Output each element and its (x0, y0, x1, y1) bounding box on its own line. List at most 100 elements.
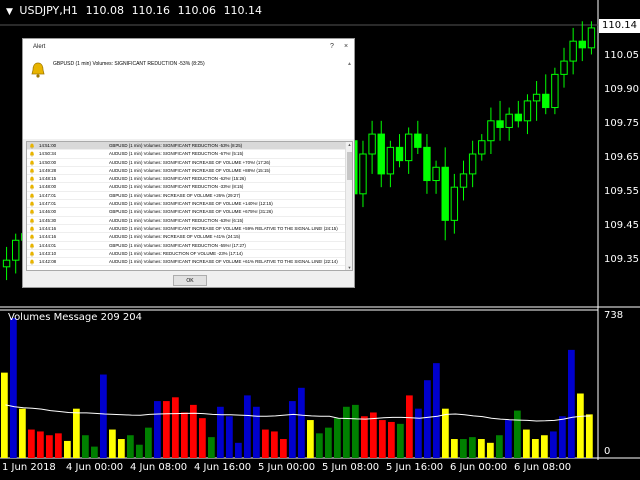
candle-body (514, 113, 523, 122)
volume-bar (154, 401, 161, 458)
scroll-thumb[interactable] (347, 152, 352, 180)
help-button[interactable]: ? (326, 39, 338, 55)
volume-bar (100, 374, 107, 458)
alert-list-row[interactable]: 14:43:10 AUDUSD (1 min) Volumes: REDUCTIO… (27, 250, 352, 259)
candle-body (441, 166, 449, 221)
alert-list-row[interactable]: 14:50:00 AUDUSD (1 min) Volumes: SIGNIFIC… (27, 159, 352, 167)
volume-bar (19, 408, 26, 458)
volume-bar (46, 435, 53, 458)
scroll-up-icon[interactable]: ▲ (346, 142, 352, 147)
alert-row-text: AUDUSD (1 min) Volumes: SIGNIFICANT INCR… (109, 225, 338, 231)
alert-list-row[interactable]: 14:44:16 AUDUSD (1 min) Volumes: SIGNIFIC… (27, 225, 352, 234)
alert-row-text: AUDUSD (1 min) Volumes: REDUCTION OF VOL… (109, 250, 243, 256)
volume-bar (208, 437, 215, 458)
alert-list-row[interactable]: 14:49:28 AUDUSD (1 min) Volumes: SIGNIFIC… (27, 167, 352, 176)
alert-row-time: 14:44:01 (39, 242, 57, 248)
scroll-down-icon[interactable]: ▼ (346, 265, 352, 270)
chart-header: ▼ USDJPY,H1 110.08 110.16 110.06 110.14 (6, 4, 266, 17)
alert-row-text: AUDUSD (1 min) Volumes: SIGNIFICANT REDU… (109, 184, 244, 190)
candle-body (359, 153, 367, 195)
alert-row-text: AUDUSD (1 min) Volumes: SIGNIFICANT REDU… (109, 176, 246, 182)
candle-body (523, 100, 532, 122)
bell-icon (30, 143, 34, 149)
volume-bar (1, 372, 8, 458)
dropdown-triangle-icon[interactable]: ▼ (6, 7, 13, 17)
volume-bar (550, 431, 557, 458)
alert-list-row[interactable]: 14:44:01 GBPUSD (1 min) Volumes: SIGNIFIC… (27, 242, 352, 250)
close-button[interactable]: × (340, 39, 352, 55)
price-tick: 109.55 (604, 186, 639, 197)
candle-body (395, 146, 404, 162)
volume-bar (379, 420, 386, 458)
volume-bar (55, 433, 62, 458)
volume-bar (172, 397, 179, 458)
alert-list-row[interactable]: 14:42:08 AUDUSD (1 min) Volumes: SIGNIFIC… (27, 258, 352, 267)
time-tick: 5 Jun 08:00 (322, 462, 380, 473)
volume-bar (73, 408, 80, 458)
alert-row-time: 14:47:01 (39, 201, 57, 207)
volume-bar (469, 437, 476, 458)
candle-body (505, 113, 513, 128)
indicator-min-label: 0 (604, 446, 611, 457)
alert-row-time: 14:50:00 (39, 159, 57, 165)
alert-title: Alert (33, 44, 46, 50)
volume-bar (424, 380, 431, 458)
alert-list-row[interactable]: 14:48:00 AUDUSD (1 min) Volumes: SIGNIFIC… (27, 183, 352, 192)
time-tick: 6 Jun 08:00 (514, 462, 572, 473)
alert-row-text: AUDUSD (1 min) Volumes: SIGNIFICANT REDU… (109, 151, 244, 157)
alert-list-row[interactable]: 14:51:00 GBPUSD (1 min) Volumes: SIGNIFIC… (27, 142, 352, 151)
alert-row-text: AUDUSD (1 min) Volumes: INCREASE OF VOLU… (109, 234, 241, 240)
volume-bar (352, 404, 359, 458)
candle-body (432, 166, 440, 182)
alert-list-row[interactable]: 14:44:16 AUDUSD (1 min) Volumes: INCREASE… (27, 233, 352, 242)
bell-icon (30, 226, 34, 232)
alert-list-row[interactable]: 14:47:01 AUDUSD (1 min) Volumes: SIGNIFIC… (27, 200, 352, 209)
symbol-label: USDJPY,H1 (19, 4, 79, 17)
candle-body (404, 133, 413, 162)
scroll-up-icon[interactable]: ▲ (347, 61, 352, 67)
candle-body (459, 173, 468, 188)
volume-bar (415, 408, 422, 458)
vertical-scrollbar[interactable]: ▲ ▼ (345, 142, 352, 270)
alert-row-time: 14:49:28 (39, 167, 57, 173)
alert-history-list[interactable]: 14:51:00 GBPUSD (1 min) Volumes: SIGNIFIC… (26, 141, 353, 271)
volume-bar (226, 416, 233, 458)
alert-list-row[interactable]: 14:46:00 GBPUSD (1 min) Volumes: SIGNIFIC… (27, 208, 352, 217)
volume-bar (91, 446, 98, 458)
bell-icon (30, 168, 34, 174)
alert-row-text: GBPUSD (1 min) Volumes: SIGNIFICANT REDU… (109, 242, 246, 248)
high-value: 110.16 (131, 4, 171, 17)
volume-bar (541, 435, 548, 458)
alert-message: GBPUSD (1 min) Volumes: SIGNIFICANT REDU… (53, 61, 205, 67)
volume-bar (289, 401, 296, 458)
alert-row-text: AUDUSD (1 min) Volumes: SIGNIFICANT INCR… (109, 159, 271, 165)
price-tick: 109.45 (604, 220, 639, 231)
alert-list-row[interactable]: 14:47:01 GBPUSD (1 min) Volumes: INCREASE… (27, 192, 352, 201)
candle-body (496, 120, 504, 128)
volume-bar (82, 435, 89, 458)
volume-bar (442, 408, 449, 458)
bell-icon (30, 259, 34, 265)
alert-list-row[interactable]: 14:48:15 AUDUSD (1 min) Volumes: SIGNIFIC… (27, 175, 352, 184)
bell-icon (30, 210, 34, 215)
candle-body (386, 146, 395, 175)
volume-bar (316, 433, 323, 458)
ok-button[interactable]: OK (173, 275, 207, 286)
candle-body (423, 146, 431, 182)
candle-body (487, 120, 495, 142)
candle-body (587, 27, 596, 49)
bell-icon (30, 218, 34, 224)
candle-body (542, 93, 550, 109)
alert-row-time: 14:47:01 (39, 192, 57, 198)
alert-titlebar[interactable]: Alert ? × (23, 39, 354, 55)
bell-icon (30, 176, 34, 182)
volume-bar (370, 412, 377, 458)
alert-row-time: 14:48:15 (39, 176, 57, 182)
alert-list-row[interactable]: 14:45:30 AUDUSD (1 min) Volumes: SIGNIFIC… (27, 217, 352, 225)
alert-list-row[interactable]: 14:50:34 AUDUSD (1 min) Volumes: SIGNIFIC… (27, 150, 352, 159)
volume-bar (127, 435, 134, 458)
alert-row-text: AUDUSD (1 min) Volumes: SIGNIFICANT INCR… (109, 201, 273, 207)
alert-dialog[interactable]: Alert ? × GBPUSD (1 min) Volumes: SIGNIF… (22, 38, 355, 288)
bell-icon (30, 185, 34, 191)
candle-body (450, 186, 459, 221)
